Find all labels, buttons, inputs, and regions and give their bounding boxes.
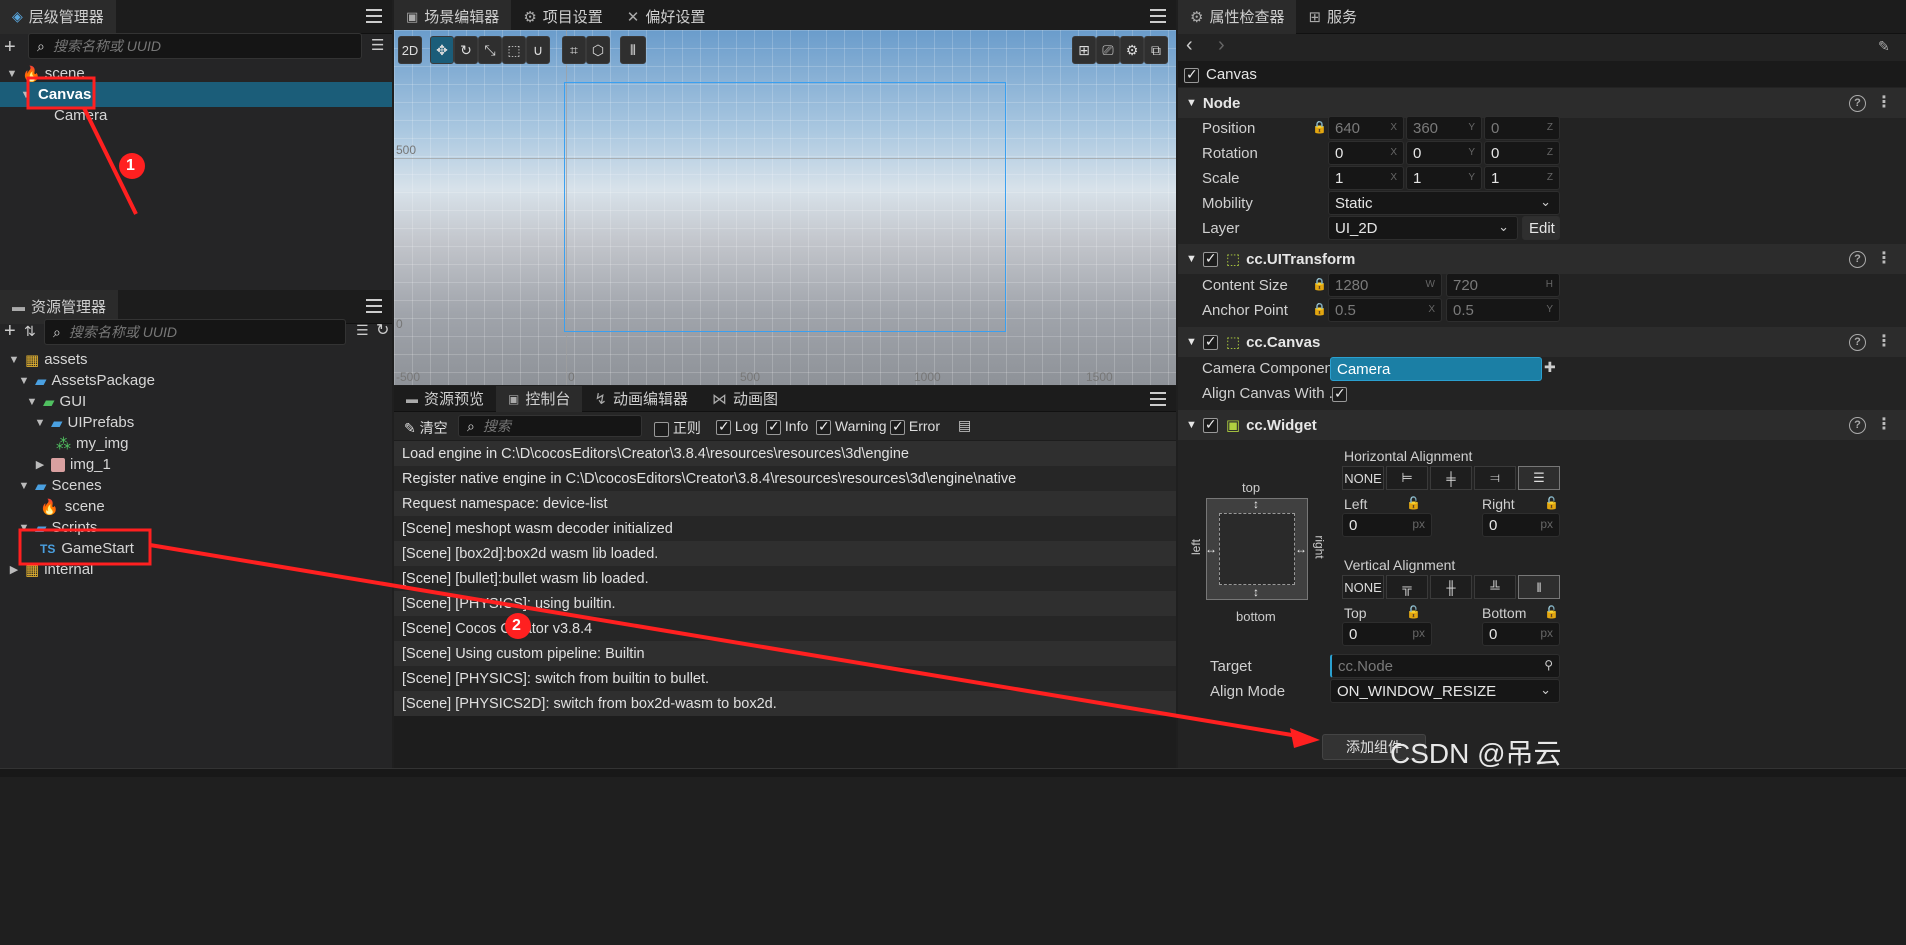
annotation-marker-2-label: 2 <box>512 617 521 634</box>
annotation-line-2 <box>149 543 1311 740</box>
annotation-box-canvas <box>26 76 96 110</box>
annotation-box-gamestart <box>18 528 152 566</box>
annotation-overlay <box>18 76 1320 748</box>
watermark: CSDN @吊云 <box>1390 738 1562 769</box>
annotation-marker-1-label: 1 <box>126 157 135 174</box>
annotation-arrowhead <box>1290 728 1320 748</box>
